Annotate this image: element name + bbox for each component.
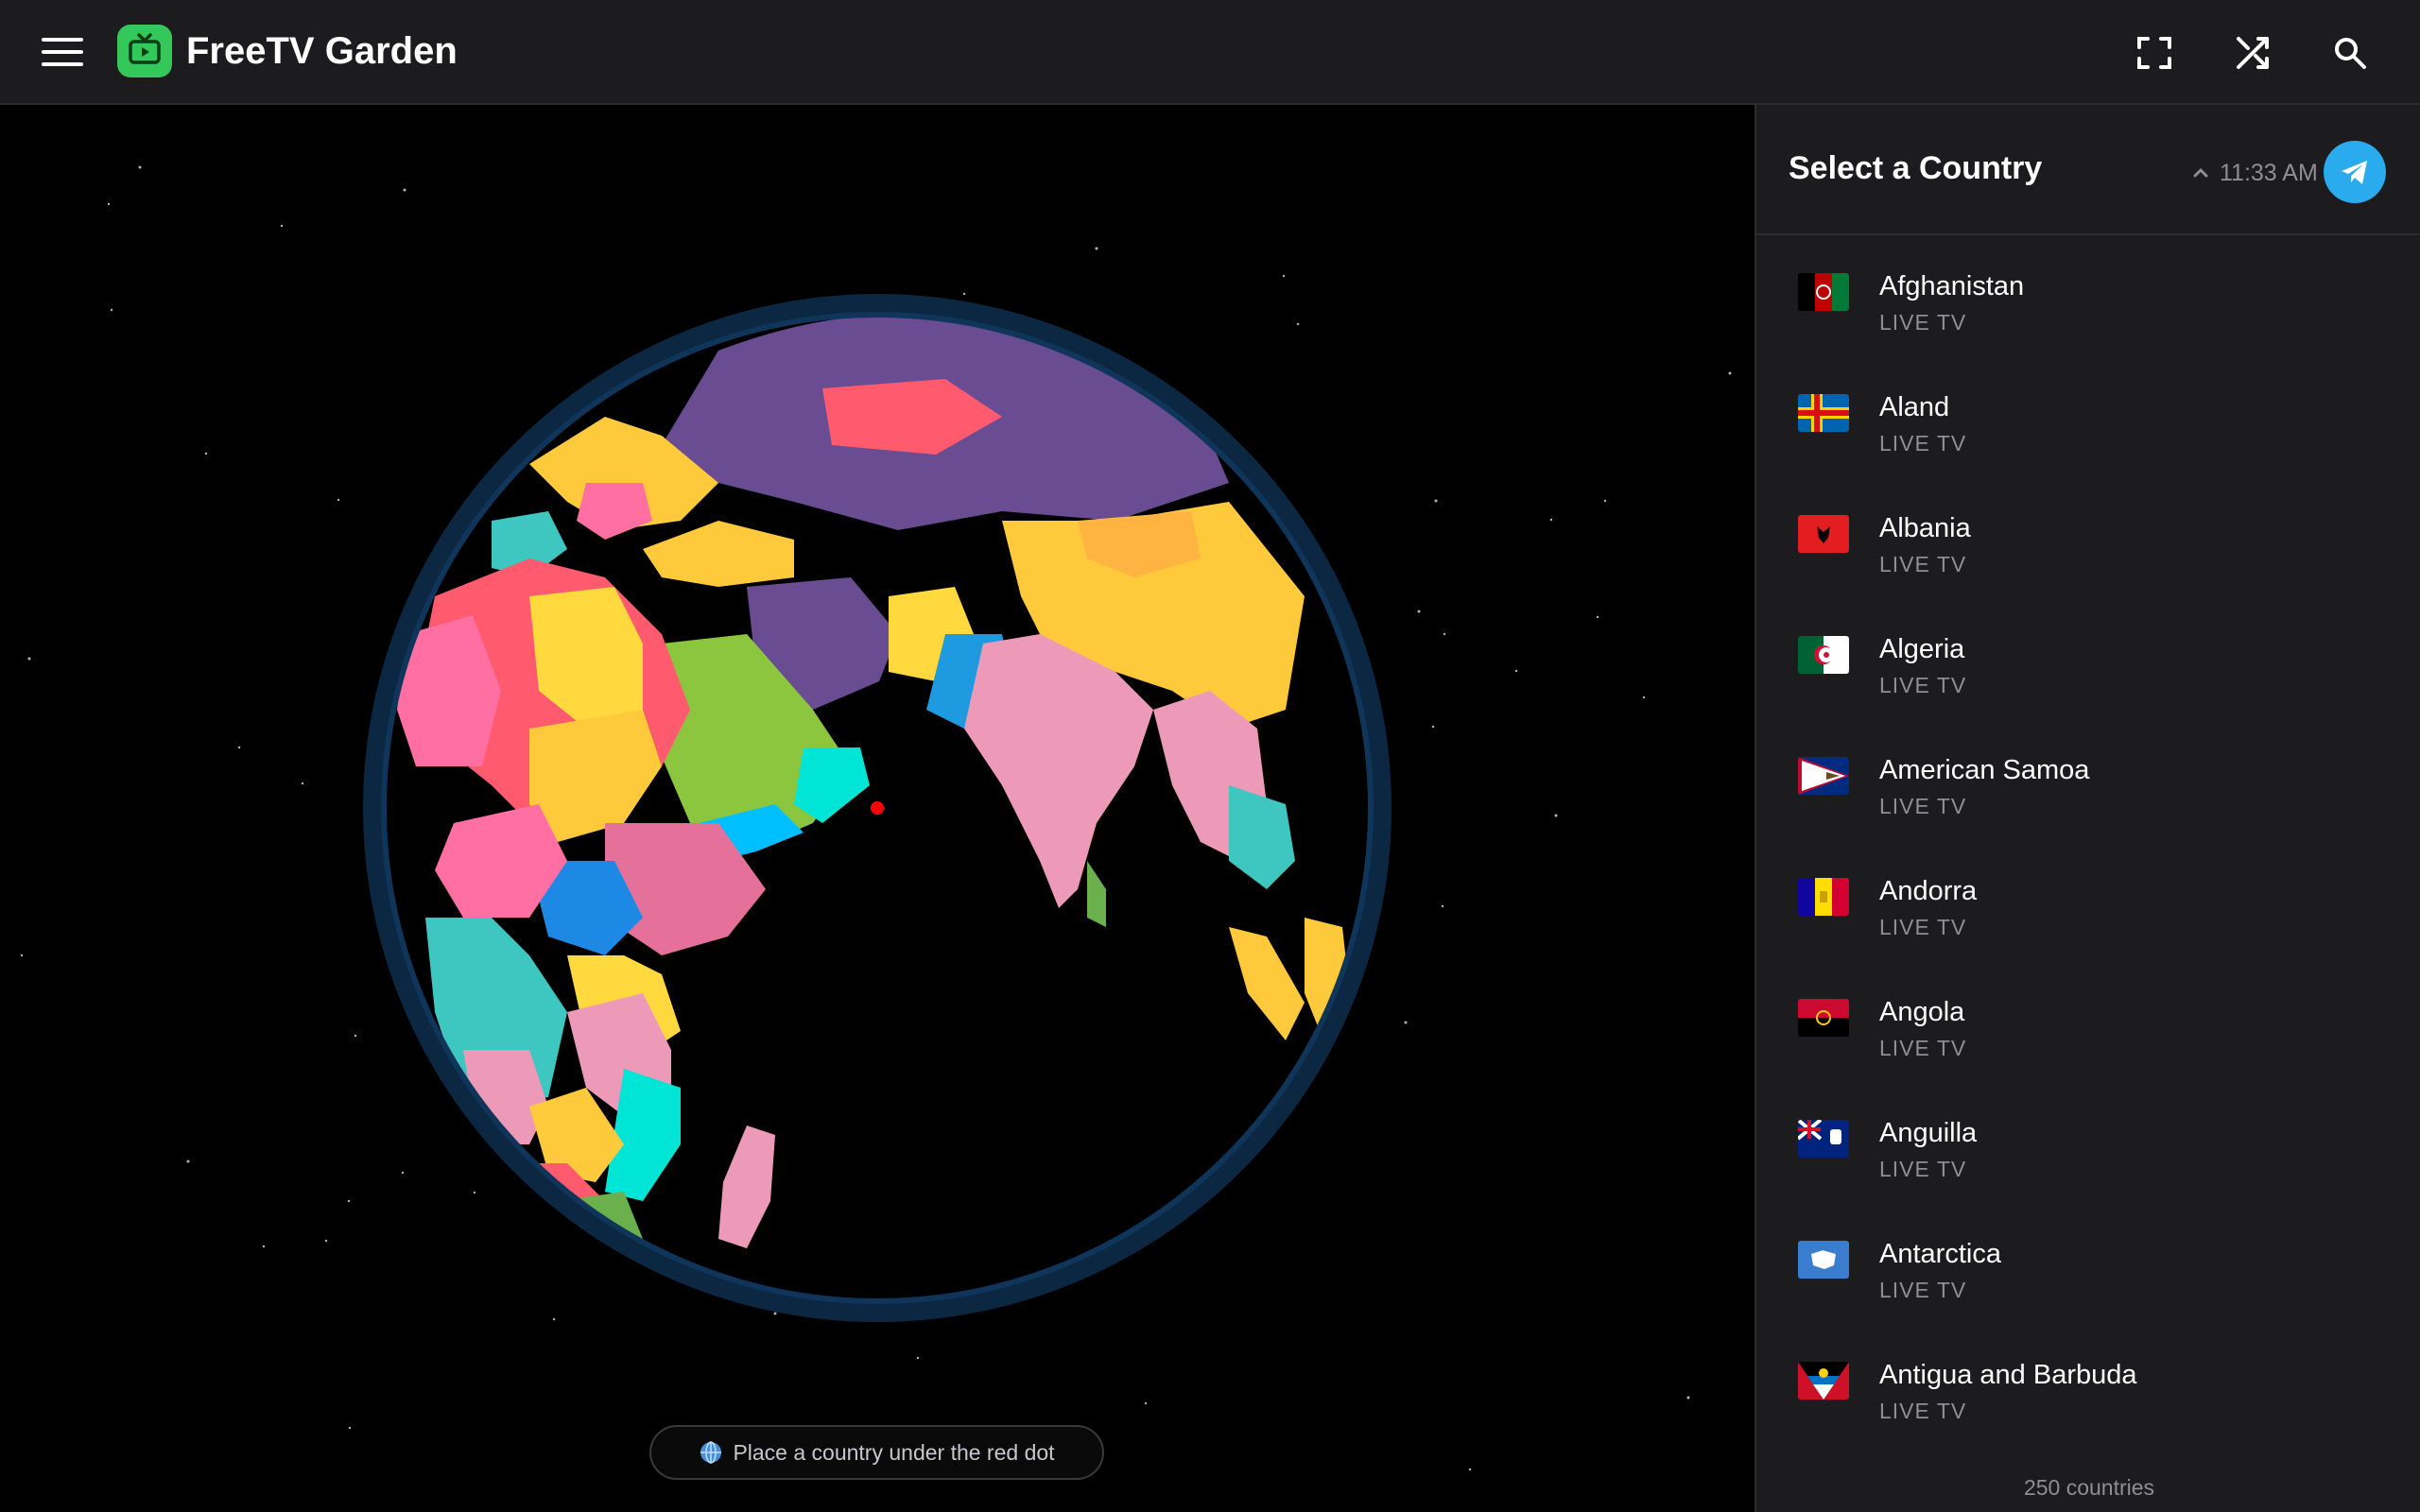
country-subtitle: LIVE TV [1879, 915, 1967, 939]
clock: 11:33 AM [2220, 160, 2318, 186]
country-subtitle: LIVE TV [1879, 794, 1967, 818]
country-subtitle: LIVE TV [1879, 1399, 1967, 1423]
country-name: Antarctica [1879, 1239, 2001, 1269]
country-panel: Select a Country 11:33 AM Afghanistan LI… [1754, 105, 2420, 1512]
country-name: Antigua and Barbuda [1879, 1360, 2137, 1390]
flag-algeria-icon [1798, 636, 1849, 674]
flag-angola-icon [1798, 999, 1849, 1037]
menu-icon[interactable] [28, 28, 95, 76]
search-icon[interactable] [2322, 25, 2378, 81]
country-subtitle: LIVE TV [1879, 431, 1967, 455]
list-item[interactable]: Afghanistan LIVE TV [1756, 235, 2420, 356]
shuffle-icon[interactable] [2224, 25, 2281, 81]
list-item[interactable]: Antigua and Barbuda LIVE TV [1756, 1324, 2420, 1445]
country-list[interactable]: Afghanistan LIVE TV Aland LIVE TV Albani… [1756, 235, 2420, 1445]
tv-logo-icon [117, 25, 172, 77]
flag-antarctica-icon [1798, 1241, 1849, 1279]
chevron-up-icon[interactable] [2182, 154, 2220, 192]
list-item[interactable]: Anguilla LIVE TV [1756, 1082, 2420, 1203]
list-item[interactable]: Angola LIVE TV [1756, 961, 2420, 1082]
telegram-button[interactable] [2324, 141, 2386, 203]
globe-viewport[interactable]: Place a country under the red dot [0, 105, 1754, 1512]
flag-antigua-and-barbuda-icon [1798, 1362, 1849, 1400]
hint-text: Place a country under the red dot [733, 1439, 1055, 1465]
country-count: 250 countries [2023, 1475, 2155, 1500]
country-subtitle: LIVE TV [1879, 1278, 1967, 1302]
country-name: Albania [1879, 513, 1971, 543]
country-name: Aland [1879, 392, 1950, 422]
globe-icon [700, 1441, 722, 1464]
flag-afghanistan-icon [1798, 273, 1849, 311]
red-dot-marker [871, 801, 884, 815]
country-name: Algeria [1879, 634, 1965, 664]
panel-title: Select a Country [1789, 150, 2043, 186]
country-subtitle: LIVE TV [1879, 673, 1967, 697]
list-item[interactable]: Aland LIVE TV [1756, 356, 2420, 477]
list-item[interactable]: Andorra LIVE TV [1756, 840, 2420, 961]
flag-anguilla-icon [1798, 1120, 1849, 1158]
fullscreen-icon[interactable] [2126, 25, 2183, 81]
country-subtitle: LIVE TV [1879, 1157, 1967, 1181]
hint-pill: Place a country under the red dot [649, 1425, 1104, 1480]
flag-aland-icon [1798, 394, 1849, 432]
flag-albania-icon [1798, 515, 1849, 553]
country-name: Anguilla [1879, 1118, 1978, 1148]
flag-andorra-icon [1798, 878, 1849, 916]
list-item[interactable]: American Samoa LIVE TV [1756, 719, 2420, 840]
country-name: American Samoa [1879, 755, 2090, 785]
country-name: Andorra [1879, 876, 1978, 906]
country-subtitle: LIVE TV [1879, 1036, 1967, 1060]
country-name: Angola [1879, 997, 1965, 1027]
list-item[interactable]: Antarctica LIVE TV [1756, 1203, 2420, 1324]
list-item[interactable]: Algeria LIVE TV [1756, 598, 2420, 719]
app-title: FreeTV Garden [186, 30, 458, 72]
list-item[interactable]: Albania LIVE TV [1756, 477, 2420, 598]
telegram-icon [2342, 161, 2367, 184]
top-bar: FreeTV Garden [0, 0, 2420, 105]
flag-american-samoa-icon [1798, 757, 1849, 795]
country-name: Afghanistan [1879, 271, 2025, 301]
panel-header: Select a Country 11:33 AM [1756, 105, 2420, 235]
country-subtitle: LIVE TV [1879, 310, 1967, 335]
country-subtitle: LIVE TV [1879, 552, 1967, 576]
